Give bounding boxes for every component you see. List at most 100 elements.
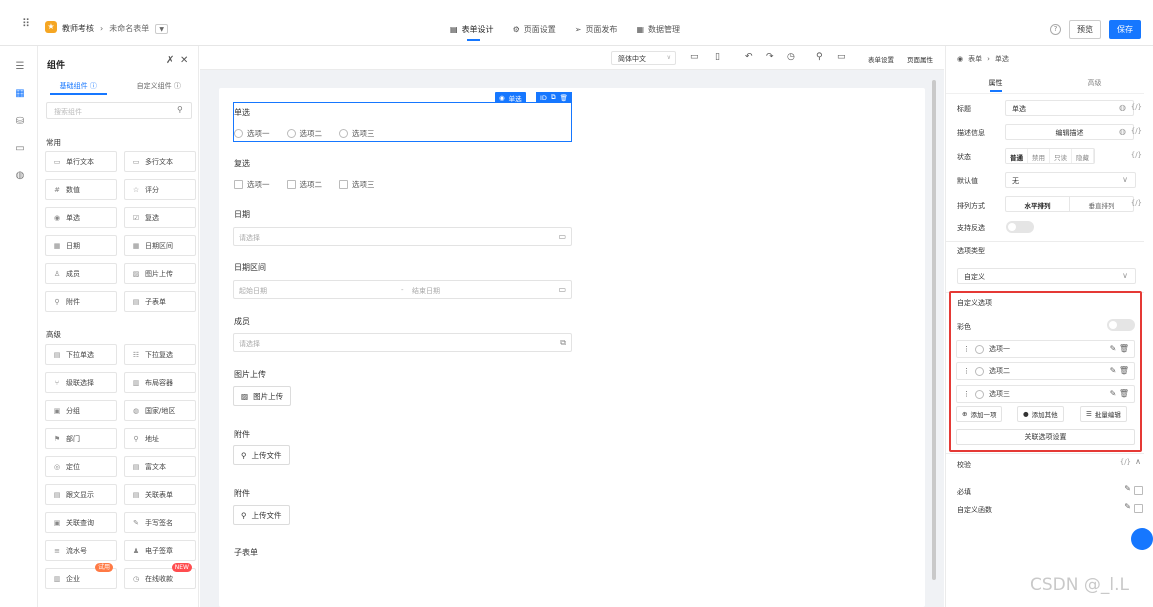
radio-option[interactable]: 选项二 bbox=[286, 128, 322, 139]
form-settings-link[interactable]: 表单设置 bbox=[868, 54, 894, 64]
component-item[interactable]: ▥ 布局容器 bbox=[124, 372, 196, 393]
component-item[interactable]: ⚑ 部门 bbox=[45, 428, 117, 449]
globe-icon[interactable]: ◍ bbox=[14, 170, 26, 182]
components-icon[interactable]: ▦ bbox=[14, 88, 26, 100]
history-icon[interactable]: ◷ bbox=[787, 52, 795, 62]
default-value-select[interactable]: 无 ∨ bbox=[1005, 172, 1136, 188]
chevron-up-icon[interactable]: ∧ bbox=[1135, 457, 1141, 466]
code-icon[interactable]: {/} bbox=[1131, 199, 1142, 207]
copy-icon[interactable]: ⧉ bbox=[551, 93, 556, 102]
component-item[interactable]: ▨ 图片上传 bbox=[124, 263, 196, 284]
layout-vertical[interactable]: 垂直排列 bbox=[1070, 197, 1133, 211]
close-icon[interactable]: ✕ bbox=[180, 55, 188, 66]
state-disabled[interactable]: 禁用 bbox=[1028, 149, 1050, 163]
attachment-upload-button[interactable]: ⚲ 上传文件 bbox=[233, 505, 290, 525]
mobile-icon[interactable]: ▯ bbox=[715, 52, 720, 62]
code-icon[interactable]: {/} bbox=[1120, 458, 1131, 466]
tab-properties[interactable]: 属性 bbox=[946, 74, 1045, 93]
component-item[interactable]: ✎ 手写签名 bbox=[124, 512, 196, 533]
edit-description-button[interactable]: 编辑描述 ◍ bbox=[1005, 124, 1134, 140]
component-item[interactable]: ▣ 关联查询 bbox=[45, 512, 117, 533]
delete-icon[interactable]: 🗑 bbox=[560, 94, 568, 102]
help-icon[interactable]: ? bbox=[1050, 24, 1061, 35]
component-item[interactable]: ♙ 成员 bbox=[45, 263, 117, 284]
tab-form-design[interactable]: ▤ 表单设计 bbox=[450, 24, 494, 41]
globe-icon[interactable]: ◍ bbox=[1119, 103, 1126, 112]
undo-icon[interactable]: ↶ bbox=[745, 52, 753, 62]
canvas-scrollbar[interactable] bbox=[932, 80, 936, 580]
pin-icon[interactable]: ✗ bbox=[166, 55, 174, 66]
crumb-form[interactable]: 表单 bbox=[968, 54, 982, 64]
state-normal[interactable]: 普通 bbox=[1006, 149, 1028, 163]
component-item[interactable]: ⚲ 附件 bbox=[45, 291, 117, 312]
search-icon[interactable]: ⚲ bbox=[816, 52, 823, 62]
globe-icon[interactable]: ◍ bbox=[1119, 127, 1126, 136]
tab-data-manage[interactable]: ▦ 数据管理 bbox=[636, 24, 680, 35]
component-item[interactable]: ▥ 企业 试用 bbox=[45, 563, 117, 589]
language-select[interactable]: 简体中文 ∨ bbox=[611, 51, 676, 65]
tab-custom-components[interactable]: 自定义组件 ⓘ bbox=[119, 78, 200, 96]
date-input[interactable]: 请选择 ▭ bbox=[233, 227, 572, 246]
desktop-icon[interactable]: ▭ bbox=[690, 52, 699, 62]
app-name[interactable]: 教师考核 bbox=[62, 23, 94, 34]
code-icon[interactable]: {/} bbox=[1131, 103, 1142, 111]
component-item[interactable]: ⚲ 地址 bbox=[124, 428, 196, 449]
component-item[interactable]: ◍ 国家/地区 bbox=[124, 400, 196, 421]
radio-option[interactable]: 选项三 bbox=[339, 128, 375, 139]
outline-icon[interactable]: ☰ bbox=[14, 61, 26, 73]
attachment-upload-button[interactable]: ⚲ 上传文件 bbox=[233, 445, 290, 465]
member-input[interactable]: 请选择 ⧉ bbox=[233, 333, 572, 352]
component-item[interactable]: ☑ 复选 bbox=[124, 207, 196, 228]
component-item[interactable]: ▤ 跟文显示 bbox=[45, 484, 117, 505]
tab-page-settings[interactable]: ⚙ 页面设置 bbox=[513, 24, 556, 35]
database-icon[interactable]: ⛁ bbox=[14, 116, 26, 128]
component-item[interactable]: ♟ 电子签章 bbox=[124, 540, 196, 561]
daterange-input[interactable]: 起始日期 - 结束日期 ▭ bbox=[233, 280, 572, 299]
code-icon[interactable]: {/} bbox=[1131, 151, 1142, 159]
image-upload-button[interactable]: ▨ 图片上传 bbox=[233, 386, 292, 406]
component-item[interactable]: ▤ 子表单 bbox=[124, 291, 196, 312]
edit-icon[interactable]: ✎ bbox=[1124, 502, 1131, 511]
component-item[interactable]: ◉ 单选 bbox=[45, 207, 117, 228]
component-item[interactable]: # 数值 bbox=[45, 179, 117, 200]
component-item[interactable]: ◷ 在线收款 NEW bbox=[124, 563, 196, 589]
checkbox-option[interactable]: 选项二 bbox=[286, 179, 322, 190]
id-icon[interactable]: ID bbox=[540, 94, 547, 102]
chevron-down-icon[interactable]: ▼ bbox=[155, 23, 169, 34]
component-item[interactable]: ◎ 定位 bbox=[45, 456, 117, 477]
component-item[interactable]: ▤ 下拉单选 bbox=[45, 344, 117, 365]
redo-icon[interactable]: ↷ bbox=[766, 52, 774, 62]
form-name[interactable]: 未命名表单 bbox=[109, 23, 149, 34]
tab-advanced[interactable]: 高级 bbox=[1045, 74, 1144, 93]
code-icon[interactable]: {/} bbox=[1131, 127, 1142, 135]
component-item[interactable]: ▦ 日期 bbox=[45, 235, 117, 256]
layout-horizontal[interactable]: 水平排列 bbox=[1006, 197, 1070, 211]
title-field[interactable]: 单选 ◍ bbox=[1005, 100, 1134, 116]
component-item[interactable]: ☆ 评分 bbox=[124, 179, 196, 200]
deselect-toggle[interactable] bbox=[1006, 221, 1034, 233]
component-item[interactable]: ⑂ 级联选择 bbox=[45, 372, 117, 393]
apps-grid-icon[interactable]: ⠿ bbox=[22, 18, 33, 29]
checkbox-option[interactable]: 选项一 bbox=[234, 179, 270, 190]
component-item[interactable]: ☷ 下拉复选 bbox=[124, 344, 196, 365]
option-type-select[interactable]: 自定义 ∨ bbox=[957, 268, 1136, 284]
component-item[interactable]: ▤ 富文本 bbox=[124, 456, 196, 477]
component-item[interactable]: ≡ 流水号 bbox=[45, 540, 117, 561]
save-button[interactable]: 保存 bbox=[1109, 20, 1141, 39]
checkbox-option[interactable]: 选项三 bbox=[339, 179, 375, 190]
state-hidden[interactable]: 隐藏 bbox=[1072, 149, 1094, 163]
custom-func-checkbox[interactable] bbox=[1134, 504, 1143, 513]
floating-help-button[interactable] bbox=[1131, 528, 1153, 550]
radio-option[interactable]: 选项一 bbox=[234, 128, 270, 139]
component-search-input[interactable]: 搜索组件 bbox=[46, 102, 192, 119]
required-checkbox[interactable] bbox=[1134, 486, 1143, 495]
component-item[interactable]: ▦ 日期区间 bbox=[124, 235, 196, 256]
component-item[interactable]: ▤ 关联表单 bbox=[124, 484, 196, 505]
tab-page-publish[interactable]: ➢ 页面发布 bbox=[575, 24, 618, 35]
page-props-link[interactable]: 页面属性 bbox=[907, 54, 933, 64]
state-readonly[interactable]: 只读 bbox=[1050, 149, 1072, 163]
preview-button[interactable]: 预览 bbox=[1069, 20, 1101, 39]
keyboard-icon[interactable]: ▭ bbox=[837, 52, 846, 62]
component-item[interactable]: ▭ 单行文本 bbox=[45, 151, 117, 172]
component-item[interactable]: ▣ 分组 bbox=[45, 400, 117, 421]
